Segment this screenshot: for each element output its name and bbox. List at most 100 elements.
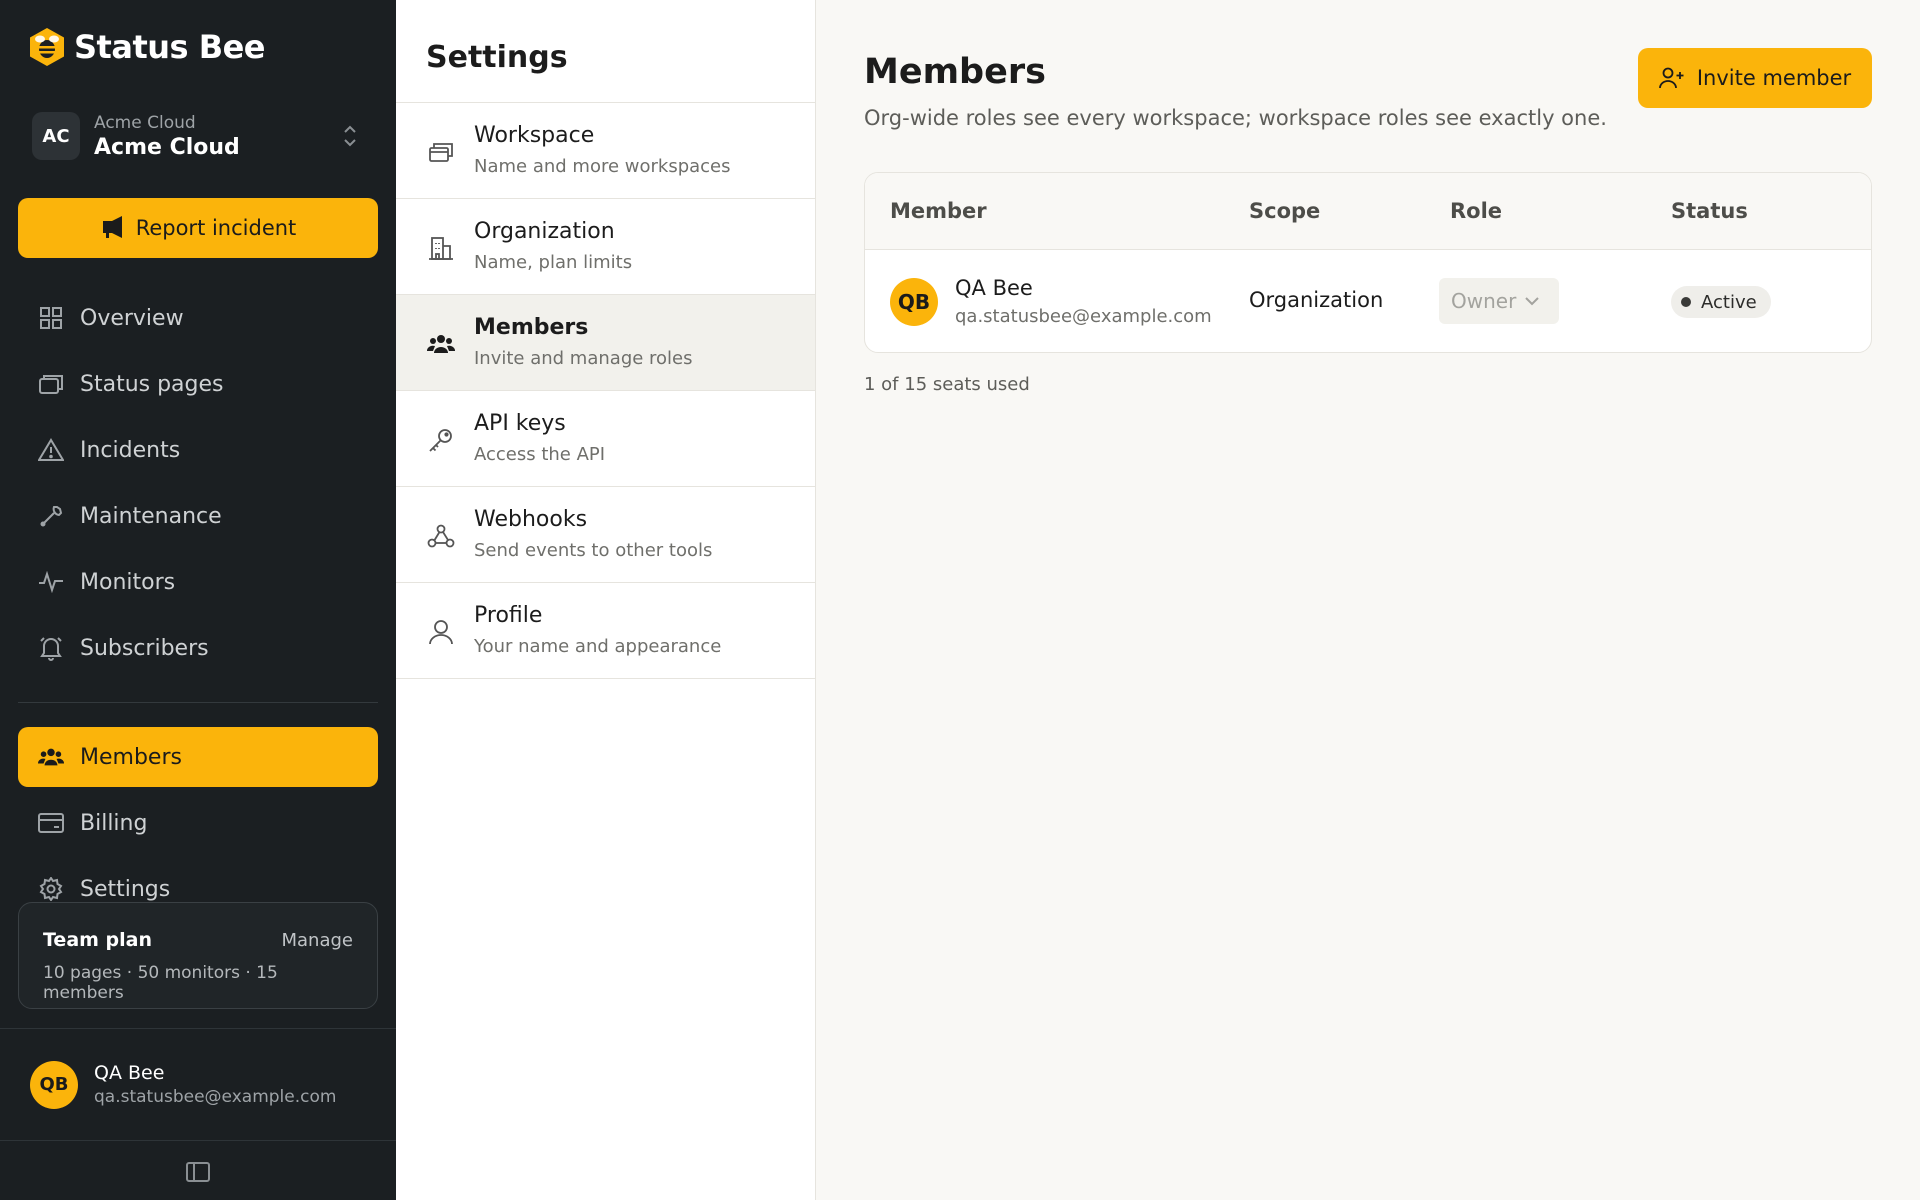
status-dot (1681, 297, 1691, 307)
main-content: Members Org-wide roles see every workspa… (816, 0, 1920, 1200)
nav-overview[interactable]: Overview (18, 288, 378, 348)
workspace-avatar: AC (32, 112, 80, 160)
user-plus-icon (1658, 67, 1684, 89)
nav-members[interactable]: Members (18, 727, 378, 787)
plan-card: Team plan Manage 10 pages · 50 monitors … (18, 902, 378, 1009)
report-incident-label: Report incident (135, 216, 297, 240)
users-icon (38, 744, 64, 770)
settings-item-organization[interactable]: Organization Name, plan limits (396, 199, 815, 295)
chevron-up-down-icon (344, 125, 356, 147)
nav-incidents[interactable]: Incidents (18, 420, 378, 480)
report-incident-button[interactable]: Report incident (18, 198, 378, 258)
column-header-scope: Scope (1249, 199, 1321, 223)
plan-manage-link[interactable]: Manage (282, 930, 354, 951)
chevron-down-icon (1525, 297, 1540, 306)
settings-item-workspace[interactable]: Workspace Name and more workspaces (396, 103, 815, 199)
settings-item-sub: Invite and manage roles (474, 348, 693, 369)
nav-monitors-label: Monitors (80, 569, 176, 595)
nav-settings-label: Settings (80, 876, 171, 902)
member-avatar: QB (890, 278, 938, 326)
table-header: Member Scope Role Status (865, 173, 1871, 250)
settings-item-sub: Name, plan limits (474, 252, 633, 273)
invite-member-button[interactable]: Invite member (1638, 48, 1872, 108)
current-user[interactable]: QB QA Bee qa.statusbee@example.com (0, 1028, 396, 1141)
user-icon (426, 617, 456, 647)
nav-status-pages[interactable]: Status pages (18, 354, 378, 414)
page-title: Members (864, 52, 1046, 92)
megaphone-icon (102, 216, 122, 238)
brand-name: Status Bee (74, 28, 266, 66)
nav-divider (18, 702, 378, 703)
warning-triangle-icon (38, 437, 64, 463)
admin-nav: Members Billing Settings (18, 727, 378, 925)
sidebar: Status Bee AC Acme Cloud Acme Cloud Repo… (0, 0, 396, 1200)
role-select[interactable]: Owner (1439, 278, 1559, 324)
column-header-status: Status (1671, 199, 1748, 223)
settings-item-api-keys[interactable]: API keys Access the API (396, 391, 815, 487)
webhook-icon (426, 521, 456, 551)
page-subtitle: Org-wide roles see every workspace; work… (864, 106, 1607, 130)
brand[interactable]: Status Bee (28, 27, 266, 67)
settings-title: Settings (396, 0, 815, 103)
plan-description: 10 pages · 50 monitors · 15 members (43, 963, 278, 1003)
status-label: Active (1701, 291, 1757, 313)
nav-members-label: Members (80, 744, 182, 770)
windows-icon (426, 137, 456, 167)
workspace-org: Acme Cloud (94, 112, 196, 133)
plan-name: Team plan (43, 929, 153, 951)
role-select-value: Owner (1451, 289, 1517, 313)
settings-item-sub: Access the API (474, 444, 606, 465)
wrench-icon (38, 503, 64, 529)
settings-item-sub: Send events to other tools (474, 540, 713, 561)
status-badge: Active (1671, 286, 1771, 318)
nav-overview-label: Overview (80, 305, 184, 331)
nav-subscribers[interactable]: Subscribers (18, 618, 378, 678)
sidebar-toggle-icon[interactable] (184, 1160, 212, 1184)
pages-icon (38, 371, 64, 397)
member-email: qa.statusbee@example.com (955, 306, 1212, 327)
settings-item-members[interactable]: Members Invite and manage roles (396, 295, 815, 391)
bee-logo-icon (30, 28, 64, 66)
nav-billing-label: Billing (80, 810, 148, 836)
member-scope: Organization (1249, 288, 1384, 312)
settings-item-label: API keys (474, 411, 566, 436)
key-icon (426, 425, 456, 455)
settings-item-profile[interactable]: Profile Your name and appearance (396, 583, 815, 679)
member-name: QA Bee (955, 276, 1033, 300)
column-header-member: Member (890, 199, 987, 223)
bell-icon (38, 635, 64, 661)
settings-item-label: Profile (474, 603, 543, 628)
column-header-role: Role (1450, 199, 1503, 223)
settings-item-label: Organization (474, 219, 615, 244)
users-icon (426, 329, 456, 359)
members-table: Member Scope Role Status QB QA Bee qa.st… (864, 172, 1872, 353)
invite-member-label: Invite member (1696, 66, 1852, 90)
user-email: qa.statusbee@example.com (94, 1087, 337, 1107)
workspace-name: Acme Cloud (94, 134, 240, 160)
settings-item-label: Workspace (474, 123, 595, 148)
user-name: QA Bee (94, 1062, 165, 1084)
nav-maintenance-label: Maintenance (80, 503, 222, 529)
seats-used: 1 of 15 seats used (864, 374, 1030, 395)
nav-maintenance[interactable]: Maintenance (18, 486, 378, 546)
nav-incidents-label: Incidents (80, 437, 181, 463)
nav-monitors[interactable]: Monitors (18, 552, 378, 612)
settings-panel: Settings Workspace Name and more workspa… (396, 0, 816, 1200)
building-icon (426, 233, 456, 263)
nav-billing[interactable]: Billing (18, 793, 378, 853)
workspace-switcher[interactable]: AC Acme Cloud Acme Cloud (18, 100, 378, 172)
main-nav: Overview Status pages Incidents Maintena… (18, 288, 378, 684)
settings-item-label: Webhooks (474, 507, 588, 532)
activity-icon (38, 569, 64, 595)
credit-card-icon (38, 810, 64, 836)
gear-icon (38, 876, 64, 902)
user-avatar: QB (30, 1060, 78, 1109)
settings-item-sub: Your name and appearance (474, 636, 722, 657)
nav-status-pages-label: Status pages (80, 371, 224, 397)
nav-subscribers-label: Subscribers (80, 635, 209, 661)
settings-item-webhooks[interactable]: Webhooks Send events to other tools (396, 487, 815, 583)
settings-item-sub: Name and more workspaces (474, 156, 731, 177)
settings-item-label: Members (474, 315, 589, 340)
table-row: QB QA Bee qa.statusbee@example.com Organ… (865, 250, 1871, 352)
grid-icon (38, 305, 64, 331)
